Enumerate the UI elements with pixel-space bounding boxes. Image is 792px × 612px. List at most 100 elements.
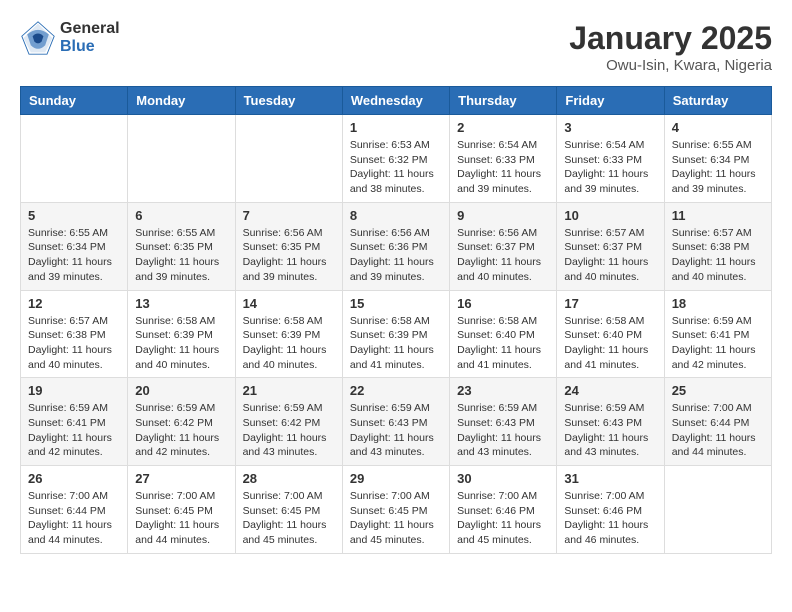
weekday-header-sunday: Sunday [21, 87, 128, 115]
calendar-day-cell: 30 Sunrise: 7:00 AM Sunset: 6:46 PM Dayli… [450, 466, 557, 554]
logo-general: General [60, 20, 120, 38]
day-number: 7 [243, 208, 335, 223]
calendar-day-cell: 29 Sunrise: 7:00 AM Sunset: 6:45 PM Dayli… [342, 466, 449, 554]
calendar-day-cell: 11 Sunrise: 6:57 AM Sunset: 6:38 PM Dayli… [664, 202, 771, 290]
weekday-header-wednesday: Wednesday [342, 87, 449, 115]
subtitle: Owu-Isin, Kwara, Nigeria [569, 57, 772, 74]
weekday-header-saturday: Saturday [664, 87, 771, 115]
day-number: 30 [457, 471, 549, 486]
logo-text: General Blue [60, 20, 120, 55]
calendar-day-cell: 12 Sunrise: 6:57 AM Sunset: 6:38 PM Dayli… [21, 290, 128, 378]
day-number: 9 [457, 208, 549, 223]
day-number: 6 [135, 208, 227, 223]
day-number: 25 [672, 383, 764, 398]
day-number: 10 [564, 208, 656, 223]
calendar-day-cell: 23 Sunrise: 6:59 AM Sunset: 6:43 PM Dayli… [450, 378, 557, 466]
day-info: Sunrise: 6:54 AM Sunset: 6:33 PM Dayligh… [564, 138, 656, 197]
calendar-body: 1 Sunrise: 6:53 AM Sunset: 6:32 PM Daylig… [21, 115, 772, 554]
day-info: Sunrise: 7:00 AM Sunset: 6:44 PM Dayligh… [672, 401, 764, 460]
page-header: General Blue January 2025 Owu-Isin, Kwar… [20, 20, 772, 74]
day-number: 12 [28, 296, 120, 311]
day-number: 5 [28, 208, 120, 223]
calendar-day-cell [21, 115, 128, 203]
day-info: Sunrise: 6:56 AM Sunset: 6:37 PM Dayligh… [457, 226, 549, 285]
weekday-header-friday: Friday [557, 87, 664, 115]
day-info: Sunrise: 7:00 AM Sunset: 6:45 PM Dayligh… [243, 489, 335, 548]
day-info: Sunrise: 6:58 AM Sunset: 6:40 PM Dayligh… [564, 314, 656, 373]
day-number: 23 [457, 383, 549, 398]
day-number: 17 [564, 296, 656, 311]
day-number: 8 [350, 208, 442, 223]
calendar-week-row: 5 Sunrise: 6:55 AM Sunset: 6:34 PM Daylig… [21, 202, 772, 290]
day-info: Sunrise: 6:59 AM Sunset: 6:43 PM Dayligh… [564, 401, 656, 460]
calendar-day-cell: 21Sunrise: 6:59 AM Sunset: 6:42 PM Dayli… [235, 378, 342, 466]
day-info: Sunrise: 6:59 AM Sunset: 6:41 PM Dayligh… [672, 314, 764, 373]
calendar-day-cell: 19 Sunrise: 6:59 AM Sunset: 6:41 PM Dayli… [21, 378, 128, 466]
day-number: 16 [457, 296, 549, 311]
day-info: Sunrise: 7:00 AM Sunset: 6:46 PM Dayligh… [457, 489, 549, 548]
day-info: Sunrise: 6:59 AM Sunset: 6:42 PM Dayligh… [135, 401, 227, 460]
day-info: Sunrise: 6:55 AM Sunset: 6:34 PM Dayligh… [672, 138, 764, 197]
day-number: 26 [28, 471, 120, 486]
day-number: 19 [28, 383, 120, 398]
calendar-day-cell: 25 Sunrise: 7:00 AM Sunset: 6:44 PM Dayli… [664, 378, 771, 466]
day-info: Sunrise: 6:59 AM Sunset: 6:41 PM Dayligh… [28, 401, 120, 460]
day-info: Sunrise: 7:00 AM Sunset: 6:44 PM Dayligh… [28, 489, 120, 548]
day-number: 20 [135, 383, 227, 398]
calendar-day-cell: 24 Sunrise: 6:59 AM Sunset: 6:43 PM Dayli… [557, 378, 664, 466]
calendar-day-cell: 7 Sunrise: 6:56 AM Sunset: 6:35 PM Daylig… [235, 202, 342, 290]
day-number: 31 [564, 471, 656, 486]
day-info: Sunrise: 6:55 AM Sunset: 6:35 PM Dayligh… [135, 226, 227, 285]
day-info: Sunrise: 6:56 AM Sunset: 6:35 PM Dayligh… [243, 226, 335, 285]
day-info: Sunrise: 6:57 AM Sunset: 6:38 PM Dayligh… [672, 226, 764, 285]
day-info: Sunrise: 6:53 AM Sunset: 6:32 PM Dayligh… [350, 138, 442, 197]
day-number: 2 [457, 120, 549, 135]
calendar-day-cell: 6 Sunrise: 6:55 AM Sunset: 6:35 PM Daylig… [128, 202, 235, 290]
calendar-day-cell: 31Sunrise: 7:00 AM Sunset: 6:46 PM Dayli… [557, 466, 664, 554]
day-info: Sunrise: 6:57 AM Sunset: 6:38 PM Dayligh… [28, 314, 120, 373]
calendar-day-cell: 14 Sunrise: 6:58 AM Sunset: 6:39 PM Dayli… [235, 290, 342, 378]
calendar-week-row: 19 Sunrise: 6:59 AM Sunset: 6:41 PM Dayli… [21, 378, 772, 466]
calendar-day-cell: 2Sunrise: 6:54 AM Sunset: 6:33 PM Daylig… [450, 115, 557, 203]
calendar-table: SundayMondayTuesdayWednesdayThursdayFrid… [20, 86, 772, 554]
logo-icon [20, 20, 56, 56]
day-info: Sunrise: 7:00 AM Sunset: 6:45 PM Dayligh… [350, 489, 442, 548]
day-number: 22 [350, 383, 442, 398]
day-number: 1 [350, 120, 442, 135]
calendar-week-row: 26 Sunrise: 7:00 AM Sunset: 6:44 PM Dayli… [21, 466, 772, 554]
calendar-day-cell: 4 Sunrise: 6:55 AM Sunset: 6:34 PM Daylig… [664, 115, 771, 203]
day-info: Sunrise: 6:59 AM Sunset: 6:43 PM Dayligh… [350, 401, 442, 460]
calendar-week-row: 1 Sunrise: 6:53 AM Sunset: 6:32 PM Daylig… [21, 115, 772, 203]
day-info: Sunrise: 6:58 AM Sunset: 6:39 PM Dayligh… [243, 314, 335, 373]
calendar-day-cell: 27Sunrise: 7:00 AM Sunset: 6:45 PM Dayli… [128, 466, 235, 554]
calendar-day-cell: 20 Sunrise: 6:59 AM Sunset: 6:42 PM Dayli… [128, 378, 235, 466]
calendar-week-row: 12 Sunrise: 6:57 AM Sunset: 6:38 PM Dayli… [21, 290, 772, 378]
calendar-day-cell: 3 Sunrise: 6:54 AM Sunset: 6:33 PM Daylig… [557, 115, 664, 203]
day-number: 18 [672, 296, 764, 311]
day-info: Sunrise: 6:57 AM Sunset: 6:37 PM Dayligh… [564, 226, 656, 285]
calendar-day-cell: 10 Sunrise: 6:57 AM Sunset: 6:37 PM Dayli… [557, 202, 664, 290]
weekday-header-thursday: Thursday [450, 87, 557, 115]
calendar-day-cell: 1 Sunrise: 6:53 AM Sunset: 6:32 PM Daylig… [342, 115, 449, 203]
day-number: 11 [672, 208, 764, 223]
calendar-day-cell: 9 Sunrise: 6:56 AM Sunset: 6:37 PM Daylig… [450, 202, 557, 290]
calendar-day-cell: 28Sunrise: 7:00 AM Sunset: 6:45 PM Dayli… [235, 466, 342, 554]
weekday-header-monday: Monday [128, 87, 235, 115]
day-number: 15 [350, 296, 442, 311]
day-number: 29 [350, 471, 442, 486]
title-block: January 2025 Owu-Isin, Kwara, Nigeria [569, 20, 772, 74]
day-info: Sunrise: 6:55 AM Sunset: 6:34 PM Dayligh… [28, 226, 120, 285]
day-info: Sunrise: 6:56 AM Sunset: 6:36 PM Dayligh… [350, 226, 442, 285]
day-number: 14 [243, 296, 335, 311]
day-info: Sunrise: 6:59 AM Sunset: 6:43 PM Dayligh… [457, 401, 549, 460]
day-info: Sunrise: 6:58 AM Sunset: 6:39 PM Dayligh… [135, 314, 227, 373]
day-number: 3 [564, 120, 656, 135]
calendar-day-cell: 13Sunrise: 6:58 AM Sunset: 6:39 PM Dayli… [128, 290, 235, 378]
day-number: 4 [672, 120, 764, 135]
day-number: 24 [564, 383, 656, 398]
day-info: Sunrise: 7:00 AM Sunset: 6:45 PM Dayligh… [135, 489, 227, 548]
day-info: Sunrise: 6:58 AM Sunset: 6:39 PM Dayligh… [350, 314, 442, 373]
weekday-header-tuesday: Tuesday [235, 87, 342, 115]
calendar-header: SundayMondayTuesdayWednesdayThursdayFrid… [21, 87, 772, 115]
calendar-day-cell [128, 115, 235, 203]
